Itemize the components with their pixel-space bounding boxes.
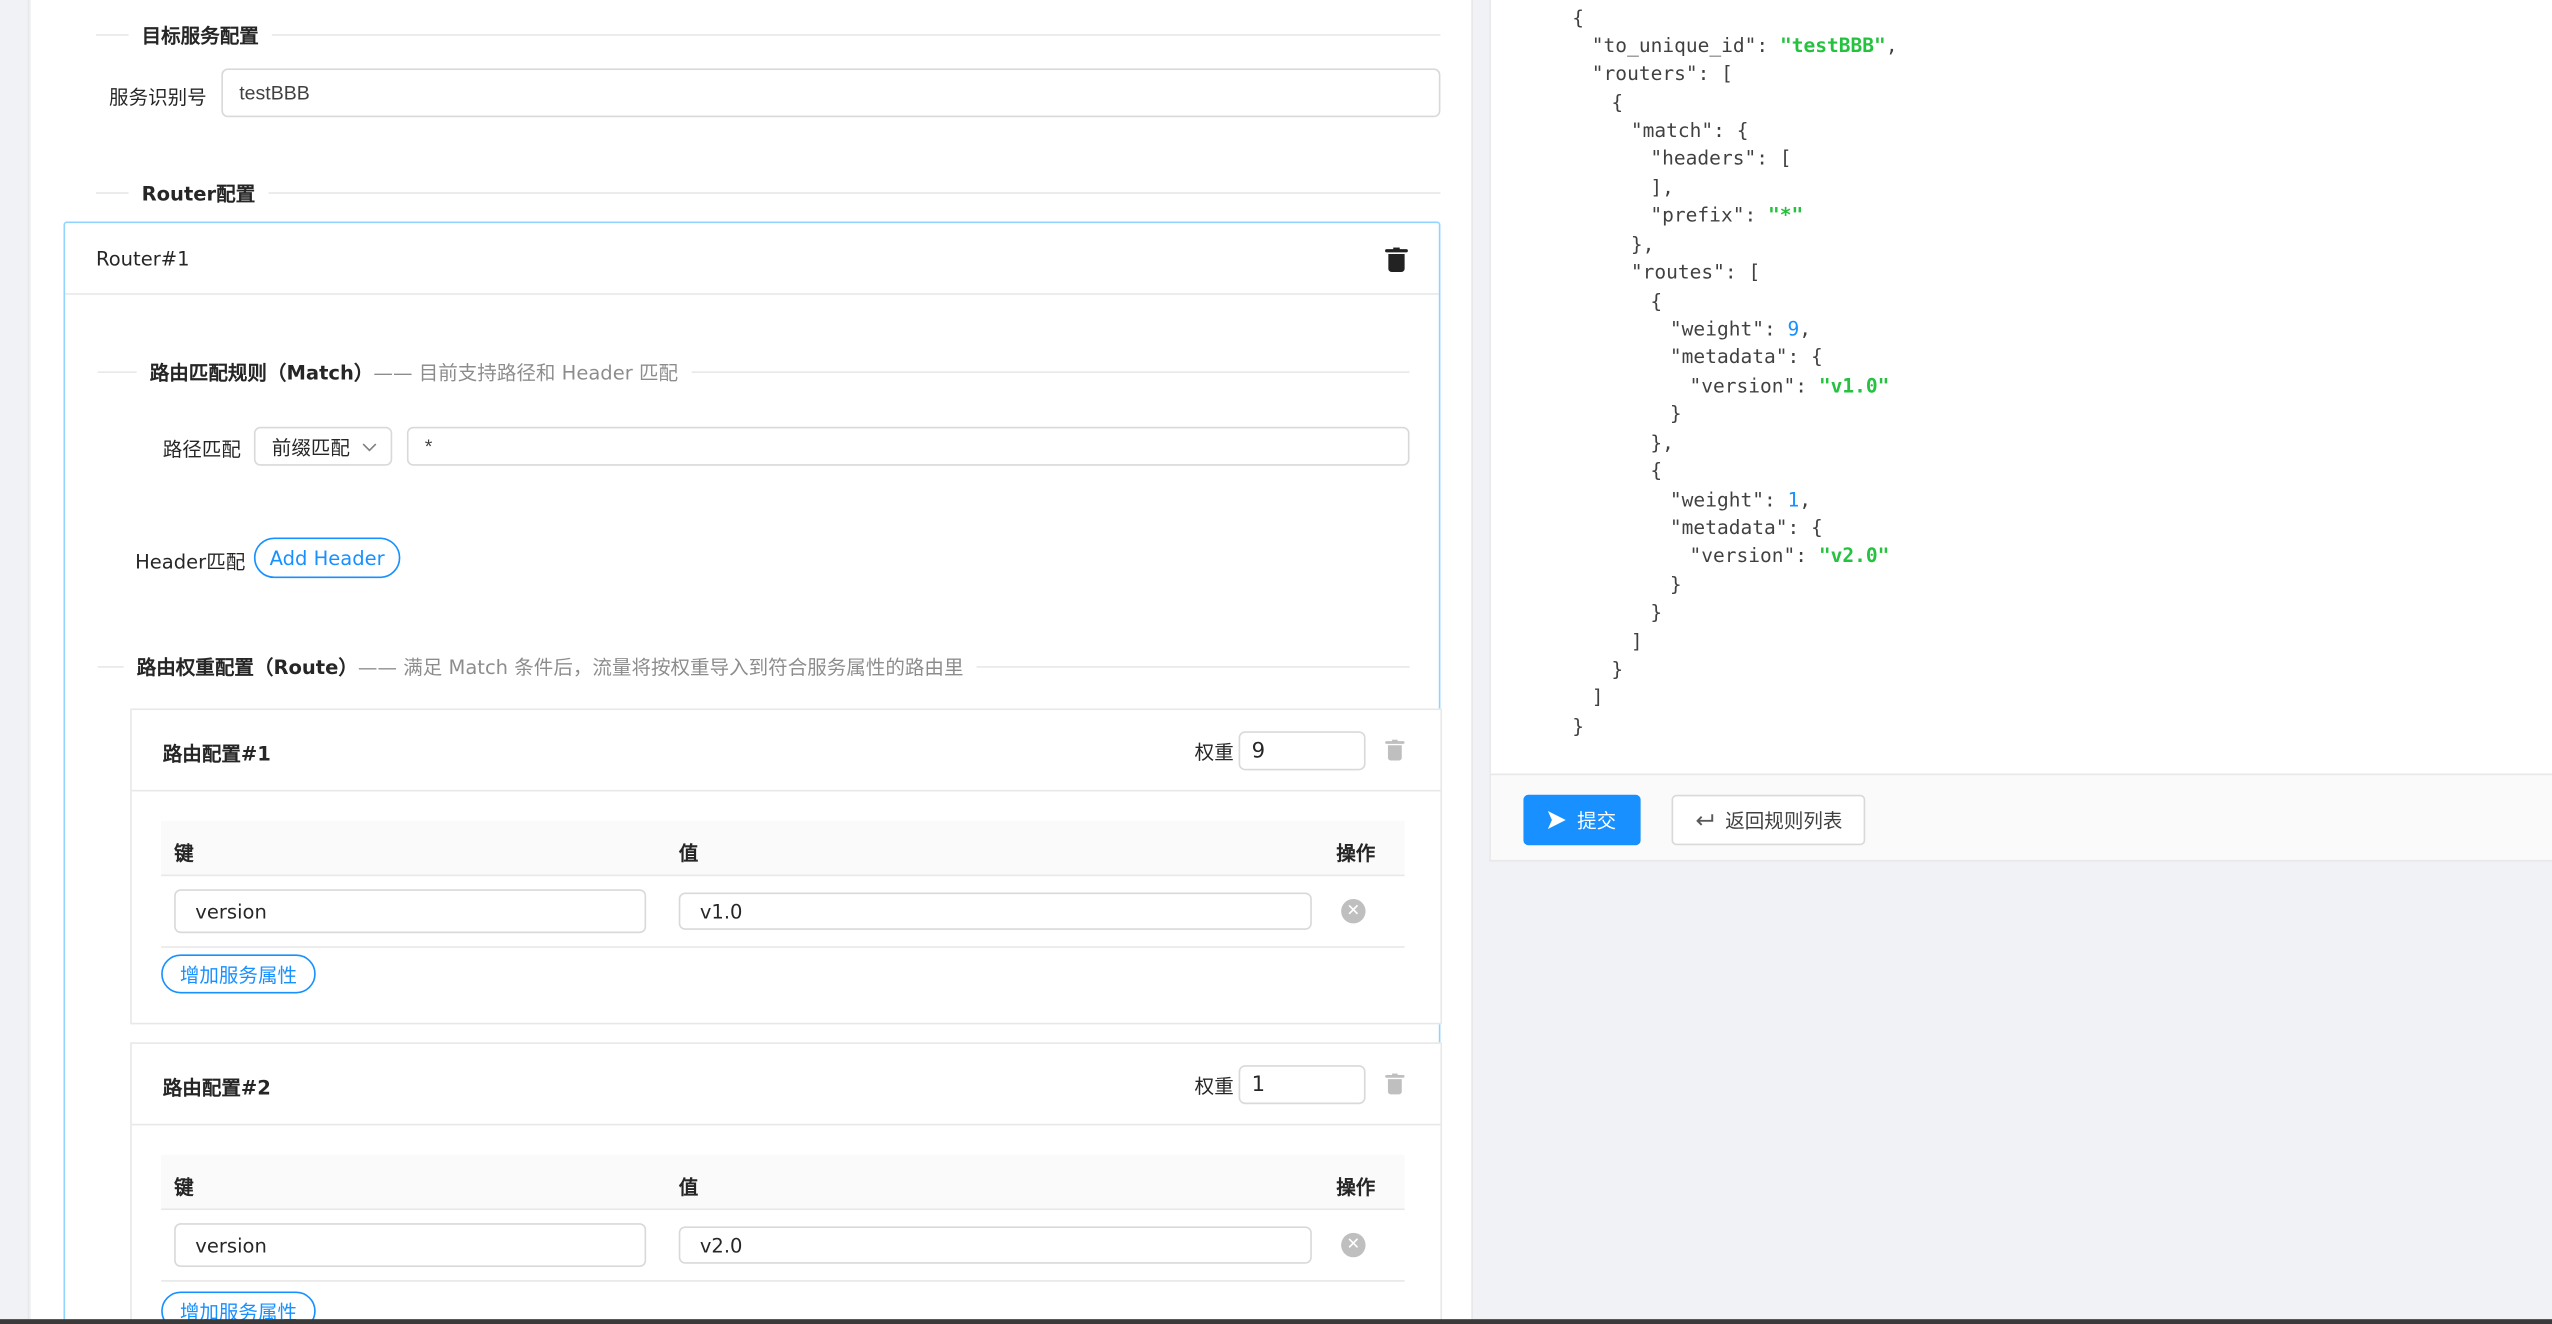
match-divider: 路由匹配规则（Match）—— 目前支持路径和 Header 匹配: [97, 358, 1410, 386]
target-service-divider: 目标服务配置: [96, 21, 1441, 49]
window-bottom-edge: [0, 1319, 2552, 1324]
weight-label: 权重: [1194, 741, 1234, 764]
route-card-title: 路由配置#1: [162, 742, 271, 766]
weight-input[interactable]: 1: [1238, 1065, 1366, 1105]
path-match-label: 路径匹配: [162, 438, 241, 461]
attr-value-input[interactable]: v1.0: [678, 892, 1312, 930]
send-icon: [1547, 811, 1566, 829]
back-label: 返回规则列表: [1725, 809, 1843, 833]
back-to-rules-button[interactable]: 返回规则列表: [1671, 794, 1866, 846]
route-card-title: 路由配置#2: [162, 1076, 271, 1100]
submit-label: 提交: [1577, 809, 1617, 833]
route-divider: 路由权重配置（Route）—— 满足 Match 条件后，流量将按权重导入到符合…: [97, 653, 1410, 681]
chevron-down-icon: [362, 436, 377, 451]
close-circle-icon[interactable]: ✕: [1341, 898, 1366, 924]
attr-key-input[interactable]: version: [174, 1223, 647, 1268]
match-title: 路由匹配规则（Match）—— 目前支持路径和 Header 匹配: [149, 361, 679, 385]
attr-value-input[interactable]: v2.0: [678, 1226, 1312, 1264]
route-card-header: 路由配置#1 权重 9: [131, 710, 1441, 792]
router-card-header: Router#1: [65, 223, 1439, 295]
col-action: 操作: [1336, 1175, 1376, 1199]
router-title: Router#1: [96, 247, 190, 271]
target-service-title: 目标服务配置: [141, 24, 259, 48]
trash-icon[interactable]: [1385, 247, 1408, 274]
attr-table-header: 键 值 操作: [161, 1154, 1405, 1211]
route-card-2: 路由配置#2 权重 1 键 值 操作 version v2.0 ✕ 增加服务属性: [130, 1042, 1443, 1324]
path-mode-select[interactable]: 前缀匹配: [253, 426, 393, 466]
page-gutter: [0, 0, 30, 1324]
table-row: version v2.0 ✕: [161, 1210, 1405, 1282]
trash-icon[interactable]: [1385, 739, 1405, 762]
weight-label: 权重: [1194, 1074, 1234, 1098]
col-value: 值: [678, 1175, 699, 1199]
attr-key-input[interactable]: version: [174, 889, 647, 934]
route-card-1: 路由配置#1 权重 9 键 值 操作 version v1.0 ✕ 增加服务属性: [130, 708, 1443, 1025]
preview-panel: { "to_unique_id": "testBBB", "routers": …: [1471, 0, 2552, 1324]
submit-button[interactable]: 提交: [1523, 794, 1641, 846]
col-action: 操作: [1336, 841, 1376, 865]
add-attribute-button[interactable]: 增加服务属性: [161, 954, 316, 994]
close-circle-icon[interactable]: ✕: [1341, 1232, 1366, 1258]
weight-input[interactable]: 9: [1238, 731, 1366, 771]
service-id-input[interactable]: testBBB: [221, 68, 1441, 118]
col-value: 值: [678, 841, 699, 865]
enter-return-icon: [1696, 813, 1714, 825]
rule-form-panel: 目标服务配置 服务识别号 testBBB Router配置 Router#1 路…: [30, 0, 1472, 1324]
col-key: 键: [174, 841, 194, 865]
col-key: 键: [174, 1175, 194, 1199]
route-title: 路由权重配置（Route）—— 满足 Match 条件后，流量将按权重导入到符合…: [136, 656, 964, 680]
route-card-header: 路由配置#2 权重 1: [131, 1044, 1441, 1126]
path-value-input[interactable]: *: [406, 426, 1410, 466]
router-config-divider: Router配置: [96, 179, 1441, 207]
table-row: version v1.0 ✕: [161, 876, 1405, 948]
router-card: Router#1 路由匹配规则（Match）—— 目前支持路径和 Header …: [63, 221, 1443, 1324]
header-match-label: Header匹配: [135, 550, 246, 574]
service-id-label: 服务识别号: [109, 86, 207, 110]
path-mode-value: 前缀匹配: [271, 435, 350, 459]
add-header-button[interactable]: Add Header: [253, 537, 401, 579]
attr-table-header: 键 值 操作: [161, 820, 1405, 877]
trash-icon[interactable]: [1385, 1073, 1405, 1096]
form-actions: 提交 返回规则列表: [1489, 773, 2552, 862]
router-config-title: Router配置: [141, 182, 256, 206]
json-preview: { "to_unique_id": "testBBB", "routers": …: [1489, 0, 2552, 774]
